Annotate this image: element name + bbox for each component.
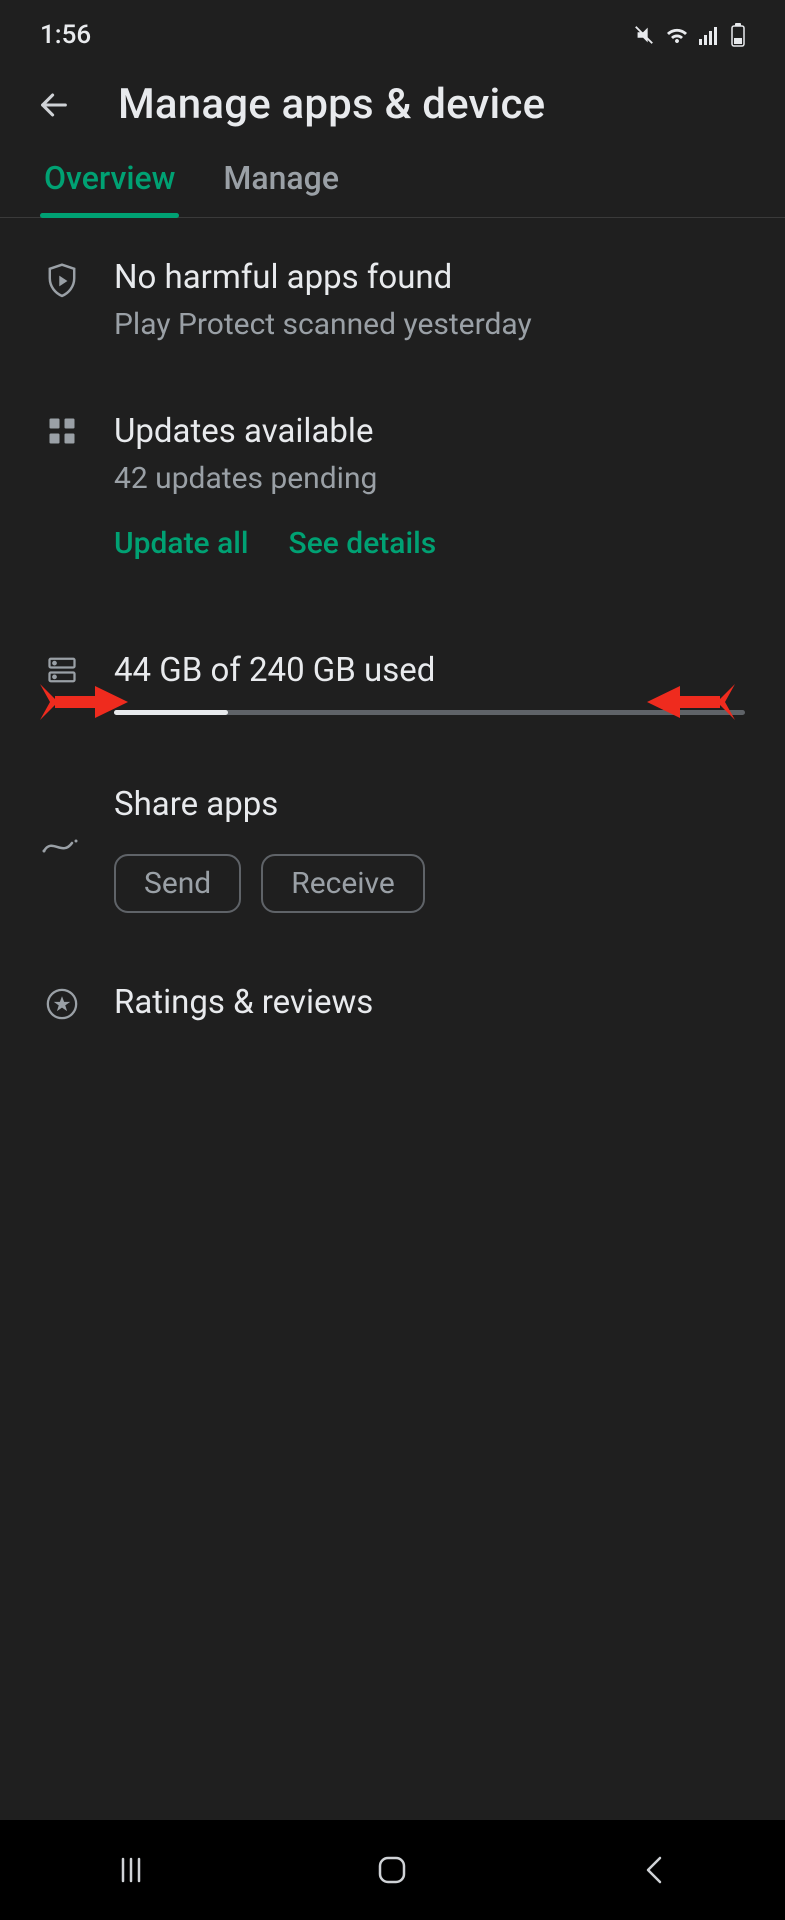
status-bar: 1:56 xyxy=(0,0,785,70)
updates-subtitle: 42 updates pending xyxy=(114,461,745,496)
status-time: 1:56 xyxy=(40,20,91,50)
mute-icon xyxy=(633,24,655,46)
nav-home[interactable] xyxy=(352,1840,432,1900)
section-play-protect[interactable]: No harmful apps found Play Protect scann… xyxy=(40,258,745,342)
battery-icon xyxy=(731,23,745,47)
ratings-title: Ratings & reviews xyxy=(114,983,745,1022)
tab-overview[interactable]: Overview xyxy=(40,149,179,217)
app-bar: Manage apps & device xyxy=(0,70,785,149)
system-nav-bar xyxy=(0,1820,785,1920)
annotation-arrow-right xyxy=(645,679,735,725)
content: No harmful apps found Play Protect scann… xyxy=(0,218,785,1032)
play-protect-title: No harmful apps found xyxy=(114,258,745,297)
share-nearby-icon xyxy=(42,833,82,861)
see-details-button[interactable]: See details xyxy=(289,526,437,561)
signal-icon xyxy=(699,25,721,45)
shield-play-icon xyxy=(45,262,79,304)
receive-button[interactable]: Receive xyxy=(261,854,425,913)
tab-manage[interactable]: Manage xyxy=(219,149,343,217)
annotation-arrow-left xyxy=(40,679,130,725)
apps-grid-icon xyxy=(47,416,77,450)
section-share-apps: Share apps Send Receive xyxy=(40,785,745,913)
share-title: Share apps xyxy=(114,785,745,824)
section-ratings-reviews[interactable]: Ratings & reviews xyxy=(40,983,745,1032)
star-circle-icon xyxy=(45,987,79,1025)
wifi-icon xyxy=(665,25,689,45)
nav-back[interactable] xyxy=(614,1840,694,1900)
updates-title: Updates available xyxy=(114,412,745,451)
section-updates: Updates available 42 updates pending Upd… xyxy=(40,412,745,561)
status-icons xyxy=(633,23,745,47)
tabs: Overview Manage xyxy=(0,149,785,218)
send-button[interactable]: Send xyxy=(114,854,241,913)
nav-recents[interactable] xyxy=(91,1840,171,1900)
section-storage[interactable]: 44 GB of 240 GB used xyxy=(40,651,745,715)
page-title: Manage apps & device xyxy=(118,80,545,129)
update-all-button[interactable]: Update all xyxy=(114,526,249,561)
storage-progress-fill xyxy=(114,710,228,715)
play-protect-subtitle: Play Protect scanned yesterday xyxy=(114,307,745,342)
back-button[interactable] xyxy=(30,81,78,129)
